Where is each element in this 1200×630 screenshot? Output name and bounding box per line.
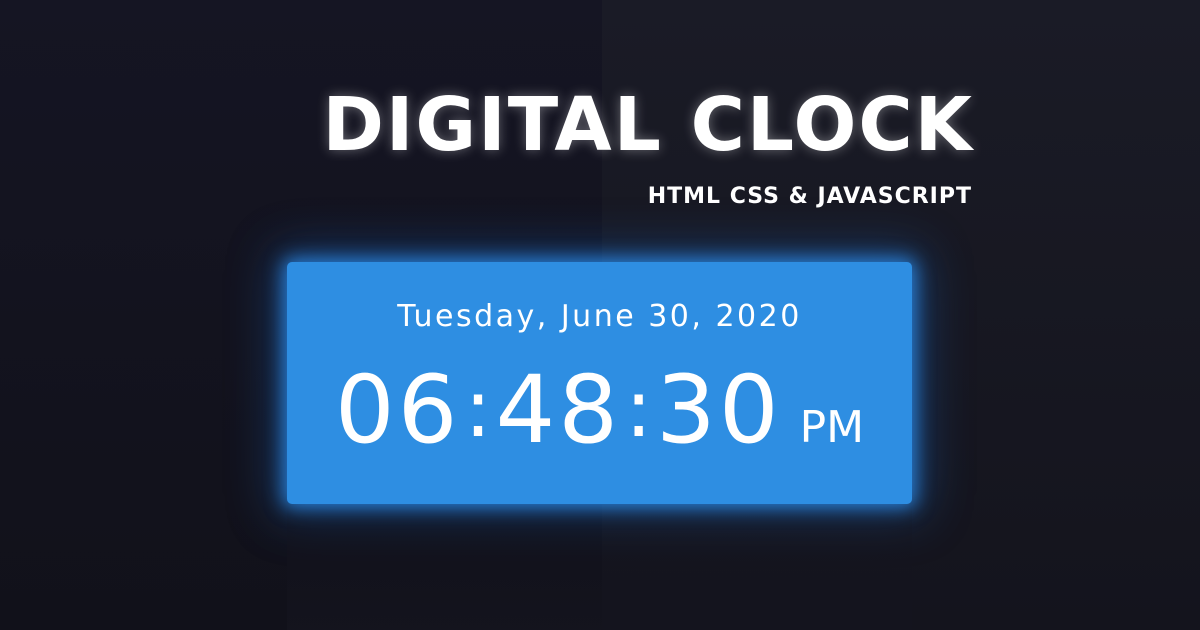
clock-seconds: 30 bbox=[656, 356, 782, 465]
clock-period: PM bbox=[799, 402, 865, 453]
clock-minutes: 48 bbox=[495, 356, 622, 465]
page-subtitle: HTML CSS & JAVASCRIPT bbox=[647, 184, 972, 209]
clock-date: Tuesday, June 30, 2020 bbox=[397, 299, 802, 334]
clock-separator: : bbox=[625, 362, 653, 455]
clock-hours: 06 bbox=[334, 356, 461, 465]
digital-clock-card: Tuesday, June 30, 2020 06:48:30 PM bbox=[287, 262, 912, 504]
clock-time: 06:48:30 PM bbox=[287, 364, 912, 458]
page-title: DIGITAL CLOCK bbox=[322, 82, 974, 168]
clock-separator: : bbox=[464, 362, 492, 455]
